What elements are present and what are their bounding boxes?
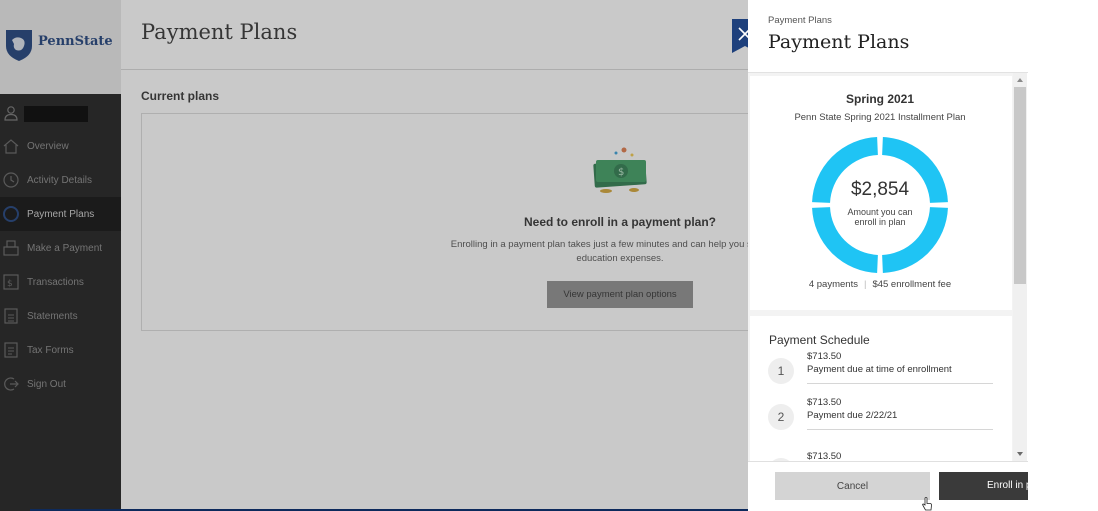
schedule-number: 2 — [768, 404, 794, 430]
schedule-item-clipped: 3 $713.50 — [768, 450, 998, 461]
plan-amount-label: Amount you can enroll in plan — [812, 207, 948, 227]
plan-term: Spring 2021 — [845, 92, 915, 106]
schedule-item: 3 $713.50 — [768, 450, 993, 461]
schedule-amount: $713.50 — [807, 451, 842, 461]
plan-payment-info: 4 payments | $45 enrollment fee — [750, 279, 1010, 290]
schedule-title: Payment Schedule — [769, 333, 870, 347]
plan-amount: $2,854 — [850, 179, 910, 200]
scrollbar-thumb[interactable] — [1014, 87, 1026, 284]
modal-backdrop[interactable] — [0, 0, 748, 511]
hand-cursor-icon — [922, 497, 932, 511]
schedule-number: 1 — [768, 358, 794, 384]
enroll-button[interactable]: Enroll in p — [939, 472, 1028, 500]
schedule-description: Payment due 2/22/21 — [807, 410, 898, 421]
label-line: enroll in plan — [854, 217, 906, 227]
schedule-amount: $713.50 — [807, 397, 842, 408]
schedule-amount: $713.50 — [807, 351, 842, 362]
scroll-up-arrow-icon[interactable] — [1013, 74, 1027, 86]
cancel-button[interactable]: Cancel — [775, 472, 930, 500]
label-line: Amount you can — [847, 207, 913, 217]
enrollment-fee: $45 enrollment fee — [872, 279, 952, 290]
divider — [807, 429, 993, 430]
panel-breadcrumb: Payment Plans — [768, 15, 832, 26]
schedule-item: 1 $713.50 Payment due at time of enrollm… — [768, 351, 993, 404]
scroll-down-arrow-icon[interactable] — [1013, 448, 1027, 460]
divider — [748, 461, 1028, 462]
plan-amount-donut-chart — [812, 137, 948, 273]
schedule-description: Payment due at time of enrollment — [807, 364, 952, 375]
divider — [807, 383, 993, 384]
enroll-button-label: Enroll in p — [987, 480, 1028, 491]
schedule-item: 2 $713.50 Payment due 2/22/21 — [768, 397, 993, 450]
panel-title: Payment Plans — [768, 31, 910, 53]
payment-count: 4 payments — [808, 279, 858, 290]
plan-name: Penn State Spring 2021 Installment Plan — [794, 112, 966, 123]
separator: | — [863, 279, 867, 290]
